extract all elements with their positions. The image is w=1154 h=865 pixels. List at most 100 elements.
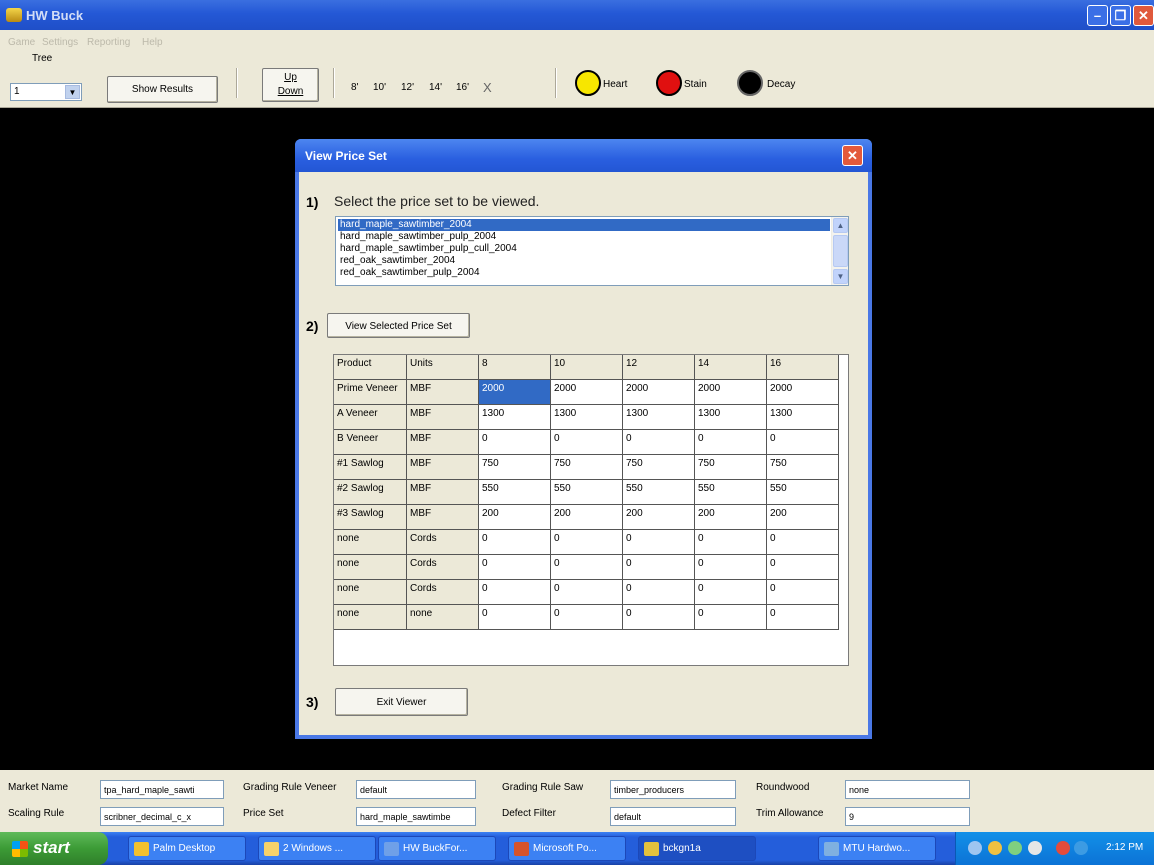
minimize-button[interactable]: – [1087,5,1108,26]
close-button[interactable]: ✕ [1133,5,1154,26]
price-cell[interactable]: 550 [767,480,839,505]
taskbar-item-windows-group[interactable]: 2 Windows ... [258,836,376,861]
price-cell[interactable]: 0 [767,580,839,605]
tree-select[interactable]: 1 ▼ [10,83,82,101]
price-cell[interactable]: 0 [479,605,551,630]
taskbar-item-palm-desktop[interactable]: Palm Desktop [128,836,246,861]
length-10-button[interactable]: 10' [373,82,386,93]
stain-defect-icon[interactable] [656,70,682,96]
price-cell[interactable]: 1300 [551,405,623,430]
price-cell[interactable]: 1300 [479,405,551,430]
roundwood-field[interactable]: none [845,780,970,799]
price-cell[interactable]: 0 [623,580,695,605]
price-cell[interactable]: 750 [767,455,839,480]
price-cell[interactable]: 2000 [767,380,839,405]
menu-help[interactable]: Help [142,37,163,48]
trim-allowance-field[interactable]: 9 [845,807,970,826]
heart-defect-icon[interactable] [575,70,601,96]
price-cell[interactable]: 0 [623,555,695,580]
exit-viewer-button[interactable]: Exit Viewer [335,688,468,716]
taskbar-item-bckgn1a[interactable]: bckgn1a [638,836,756,861]
price-cell[interactable]: 750 [695,455,767,480]
price-cell[interactable]: 0 [479,555,551,580]
decay-defect-icon[interactable] [737,70,763,96]
price-cell[interactable]: 1300 [695,405,767,430]
price-cell[interactable]: 750 [551,455,623,480]
price-cell[interactable]: 750 [623,455,695,480]
maximize-button[interactable]: ❐ [1110,5,1131,26]
price-cell[interactable]: 0 [695,580,767,605]
grading-saw-field[interactable]: timber_producers [610,780,736,799]
tray-app-icon[interactable] [1008,841,1022,855]
defect-filter-field[interactable]: default [610,807,736,826]
grading-veneer-field[interactable]: default [356,780,476,799]
list-item[interactable]: red_oak_sawtimber_2004 [338,255,830,267]
price-set-list[interactable]: hard_maple_sawtimber_2004 hard_maple_saw… [335,216,849,286]
price-cell[interactable]: 200 [623,505,695,530]
price-cell[interactable]: 0 [767,605,839,630]
view-selected-price-set-button[interactable]: View Selected Price Set [327,313,470,338]
price-cell[interactable]: 0 [479,430,551,455]
price-cell[interactable]: 0 [551,530,623,555]
tray-app-icon[interactable] [1074,841,1088,855]
price-cell[interactable]: 1300 [623,405,695,430]
price-cell[interactable]: 0 [623,430,695,455]
price-cell[interactable]: 0 [695,530,767,555]
price-cell[interactable]: 0 [695,555,767,580]
tray-app-icon[interactable] [1056,841,1070,855]
price-cell[interactable]: 2000 [695,380,767,405]
menu-game[interactable]: Game [8,37,35,48]
price-cell[interactable]: 200 [479,505,551,530]
list-item[interactable]: red_oak_sawtimber_pulp_2004 [338,267,830,279]
taskbar-item-powerpoint[interactable]: Microsoft Po... [508,836,626,861]
network-icon[interactable] [968,841,982,855]
list-scrollbar[interactable]: ▲ ▼ [831,217,848,285]
price-cell[interactable]: 200 [551,505,623,530]
dialog-close-button[interactable]: ✕ [842,145,863,166]
price-cell[interactable]: 0 [695,430,767,455]
price-cell[interactable]: 0 [479,580,551,605]
price-cell[interactable]: 2000 [551,380,623,405]
price-cell[interactable]: 550 [695,480,767,505]
price-cell[interactable]: 550 [623,480,695,505]
price-cell[interactable]: 0 [767,530,839,555]
scaling-rule-field[interactable]: scribner_decimal_c_x [100,807,224,826]
tray-app-icon[interactable] [988,841,1002,855]
price-cell[interactable]: 0 [551,430,623,455]
price-cell[interactable]: 550 [551,480,623,505]
price-cell[interactable]: 0 [551,580,623,605]
price-cell[interactable]: 0 [623,605,695,630]
price-cell[interactable]: 0 [551,555,623,580]
length-14-button[interactable]: 14' [429,82,442,93]
start-button[interactable]: start [0,832,108,865]
scroll-thumb[interactable] [833,235,848,267]
length-8-button[interactable]: 8' [351,82,358,93]
price-cell[interactable]: 0 [479,530,551,555]
scroll-up-icon[interactable]: ▲ [833,218,848,233]
price-cell[interactable]: 0 [551,605,623,630]
list-item[interactable]: hard_maple_sawtimber_pulp_2004 [338,231,830,243]
list-item[interactable]: hard_maple_sawtimber_2004 [338,219,830,231]
show-results-button[interactable]: Show Results [107,76,218,103]
taskbar-item-mtu-hardwoods[interactable]: MTU Hardwo... [818,836,936,861]
volume-icon[interactable] [1028,841,1042,855]
price-cell[interactable]: 0 [695,605,767,630]
taskbar-item-hw-buck-form[interactable]: HW BuckFor... [378,836,496,861]
clear-button[interactable]: X [483,80,492,95]
price-set-field[interactable]: hard_maple_sawtimbe [356,807,476,826]
price-cell[interactable]: 750 [479,455,551,480]
price-cell[interactable]: 200 [767,505,839,530]
length-12-button[interactable]: 12' [401,82,414,93]
price-cell[interactable]: 0 [767,555,839,580]
price-cell[interactable]: 0 [623,530,695,555]
length-16-button[interactable]: 16' [456,82,469,93]
market-name-field[interactable]: tpa_hard_maple_sawti [100,780,224,799]
menu-settings[interactable]: Settings [42,37,78,48]
menu-reporting[interactable]: Reporting [87,37,130,48]
chevron-down-icon[interactable]: ▼ [65,85,80,99]
list-item[interactable]: hard_maple_sawtimber_pulp_cull_2004 [338,243,830,255]
up-down-button[interactable]: Up Down [262,68,319,102]
price-cell[interactable]: 2000 [623,380,695,405]
scroll-down-icon[interactable]: ▼ [833,269,848,284]
price-cell[interactable]: 0 [767,430,839,455]
